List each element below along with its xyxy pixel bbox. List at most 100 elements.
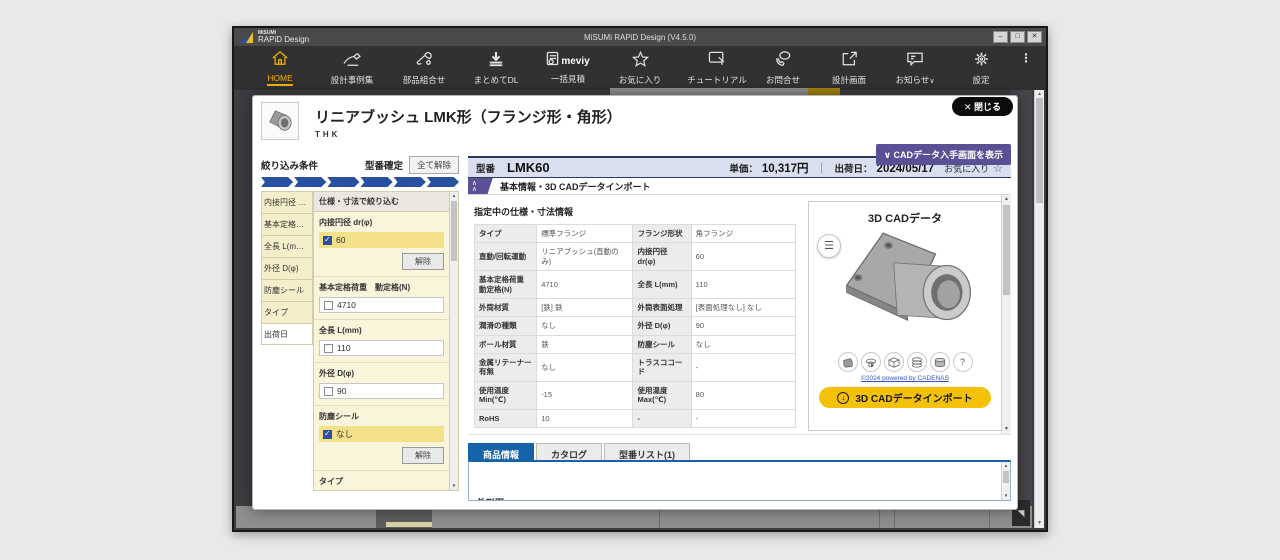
price-label: 単価： bbox=[729, 161, 758, 175]
toolbar-batch-download[interactable]: まとめてDL bbox=[460, 51, 532, 86]
spec-value-cell: -15 bbox=[537, 381, 633, 409]
outline-drawing-heading: 外形図 bbox=[477, 496, 504, 501]
category-type[interactable]: タイプ bbox=[261, 301, 313, 323]
minimize-button[interactable]: – bbox=[993, 31, 1008, 43]
clear-all-button[interactable]: 全て解除 bbox=[409, 156, 459, 174]
logo-product: RAPiD Design bbox=[258, 36, 309, 44]
spec-value-cell: 80 bbox=[691, 381, 795, 409]
ship-date-label: 出荷日： bbox=[835, 161, 873, 175]
toolbar-favorites[interactable]: お気に入り bbox=[604, 51, 676, 86]
spec-table: タイプ標準フランジフランジ形状角フランジ直動/回転運動リニアブッシュ(直動のみ)… bbox=[474, 224, 796, 428]
checkbox-icon[interactable] bbox=[324, 301, 333, 310]
spec-content-area: 指定中の仕様・寸法情報 タイプ標準フランジフランジ形状角フランジ直動/回転運動リ… bbox=[468, 195, 1011, 435]
spec-row: ボール材質鉄防塵シールなし bbox=[475, 335, 796, 353]
spec-value-cell: なし bbox=[537, 317, 633, 335]
overflow-menu-button[interactable]: ⋮ bbox=[1016, 51, 1036, 86]
cad-import-button[interactable]: ↓ 3D CADデータインポート bbox=[819, 387, 991, 408]
star-icon bbox=[632, 51, 649, 72]
filter-sidebar: 絞り込み条件 型番確定 全て解除 内接円径 … 基本定格… 全長 L(m… 外径… bbox=[261, 156, 459, 496]
filter-option-110[interactable]: 110 bbox=[319, 340, 444, 356]
spec-label-cell: 使用温度Max(℃) bbox=[633, 381, 691, 409]
toolbar-contact[interactable]: お問合せ bbox=[750, 51, 816, 86]
spec-label-cell: 外筒材質 bbox=[475, 298, 537, 316]
app-logo: MiSUMi RAPiD Design bbox=[238, 31, 309, 44]
spec-label-cell: ボール材質 bbox=[475, 335, 537, 353]
window-title: MiSUMi RAPiD Design (V4.5.0) bbox=[234, 33, 1046, 42]
spec-label-cell: 基本定格荷重 動定格(N) bbox=[475, 271, 537, 299]
spec-label-cell: 使用温度Min(℃) bbox=[475, 381, 537, 409]
spec-value-cell: なし bbox=[691, 335, 795, 353]
spec-row: タイプ標準フランジフランジ形状角フランジ bbox=[475, 225, 796, 243]
spec-value-cell: - bbox=[691, 409, 795, 427]
maximize-button[interactable]: □ bbox=[1010, 31, 1025, 43]
toolbar-news[interactable]: お知らせ∨ bbox=[882, 51, 948, 86]
clear-button[interactable]: 解除 bbox=[402, 447, 444, 464]
gear-icon bbox=[973, 51, 990, 72]
spec-row: RoHS10-- bbox=[475, 409, 796, 427]
chevron-down-icon: ∨ bbox=[929, 78, 934, 85]
category-dust-seal[interactable]: 防塵シール bbox=[261, 279, 313, 301]
cadenas-credit-link[interactable]: ©2024 powered by CADENAS bbox=[809, 375, 1001, 382]
window-controls: – □ ✕ bbox=[993, 31, 1042, 43]
window-scrollbar[interactable] bbox=[1034, 90, 1044, 528]
filter-scrollbar[interactable] bbox=[449, 192, 458, 490]
help-icon[interactable]: ? bbox=[953, 352, 973, 372]
clear-button[interactable]: 解除 bbox=[402, 253, 444, 270]
speech-bubble-icon bbox=[906, 51, 924, 72]
tab-content: 外形図 bbox=[468, 460, 1011, 501]
background-fragment-accent bbox=[808, 88, 840, 95]
category-outer-diameter[interactable]: 外径 D(φ) bbox=[261, 257, 313, 279]
category-ship-date[interactable]: 出荷日 bbox=[261, 323, 313, 345]
toolbar-home[interactable]: HOME bbox=[244, 50, 316, 86]
viewer-menu-button[interactable]: ☰ bbox=[817, 234, 841, 258]
filter-group-inner-diameter: 内接円径 dr(φ) 60 解除 bbox=[314, 212, 449, 277]
spec-row: 潤滑の種類なし外径 D(φ)90 bbox=[475, 317, 796, 335]
spec-value-cell: - bbox=[691, 354, 795, 382]
toolbar-design-examples[interactable]: 設計事例集 bbox=[316, 51, 388, 86]
model-confirm-label[interactable]: 型番確定 bbox=[365, 158, 403, 172]
filter-panel: 仕様・寸法で絞り込む 内接円径 dr(φ) 60 解除 基本定格荷重 動定格(N… bbox=[313, 191, 459, 491]
filter-progress-arrows bbox=[261, 177, 459, 187]
spec-value-cell: 90 bbox=[691, 317, 795, 335]
home-icon bbox=[271, 50, 289, 71]
spec-table-title: 指定中の仕様・寸法情報 bbox=[474, 205, 796, 218]
checkbox-checked-icon[interactable] bbox=[323, 236, 332, 245]
category-inner-diameter[interactable]: 内接円径 … bbox=[261, 191, 313, 213]
tab-content-scrollbar[interactable] bbox=[1001, 462, 1010, 500]
checkbox-checked-icon[interactable] bbox=[323, 430, 332, 439]
view-cube-icon[interactable] bbox=[884, 352, 904, 372]
view-cylinder-icon[interactable] bbox=[930, 352, 950, 372]
collapse-chevron-icon[interactable]: ∧∧ bbox=[468, 178, 493, 195]
toolbar-parts-combination[interactable]: 部品組合せ bbox=[388, 51, 460, 86]
toolbar-design-screen[interactable]: 設計画面 bbox=[816, 51, 882, 86]
spec-label-cell: 防塵シール bbox=[633, 335, 691, 353]
toolbar-settings[interactable]: 設定 bbox=[948, 51, 1014, 86]
spec-value-cell: リニアブッシュ(直動のみ) bbox=[537, 243, 633, 271]
spec-label-cell: 外径 D(φ) bbox=[633, 317, 691, 335]
toolbar-bulk-quote[interactable]: meviy 一括見積 bbox=[532, 51, 604, 85]
category-load-rating[interactable]: 基本定格… bbox=[261, 213, 313, 235]
filter-option-4710[interactable]: 4710 bbox=[319, 297, 444, 313]
category-length[interactable]: 全長 L(m… bbox=[261, 235, 313, 257]
close-window-button[interactable]: ✕ bbox=[1027, 31, 1042, 43]
view-solid-icon[interactable] bbox=[838, 352, 858, 372]
dialog-close-button[interactable]: ✕ 閉じる bbox=[952, 97, 1013, 116]
view-rotate-icon[interactable] bbox=[861, 352, 881, 372]
cad-preview-card: 3D CADデータ ☰ bbox=[808, 201, 1002, 431]
toolbar-tutorial[interactable]: チュートリアル bbox=[684, 51, 750, 86]
scrollbar-thumb[interactable] bbox=[1036, 98, 1043, 203]
scroll-down-arrow[interactable] bbox=[1035, 519, 1044, 528]
view-layers-icon[interactable] bbox=[907, 352, 927, 372]
cad-panel-toggle-button[interactable]: ∨ CADデータ入手画面を表示 bbox=[876, 144, 1011, 165]
filter-option-none[interactable]: なし bbox=[319, 426, 444, 442]
checkbox-icon[interactable] bbox=[324, 387, 333, 396]
content-scrollbar[interactable] bbox=[1001, 195, 1011, 434]
checkbox-icon[interactable] bbox=[324, 344, 333, 353]
spec-row: 金属リテーナー有無なしトラスココード- bbox=[475, 354, 796, 382]
filter-option-60[interactable]: 60 bbox=[319, 232, 444, 248]
document-icon bbox=[546, 51, 559, 71]
spec-label-cell: - bbox=[633, 409, 691, 427]
filter-group-dust-seal: 防塵シール なし 解除 bbox=[314, 406, 449, 471]
filter-option-90[interactable]: 90 bbox=[319, 383, 444, 399]
bushing-thumb-icon bbox=[266, 108, 294, 134]
